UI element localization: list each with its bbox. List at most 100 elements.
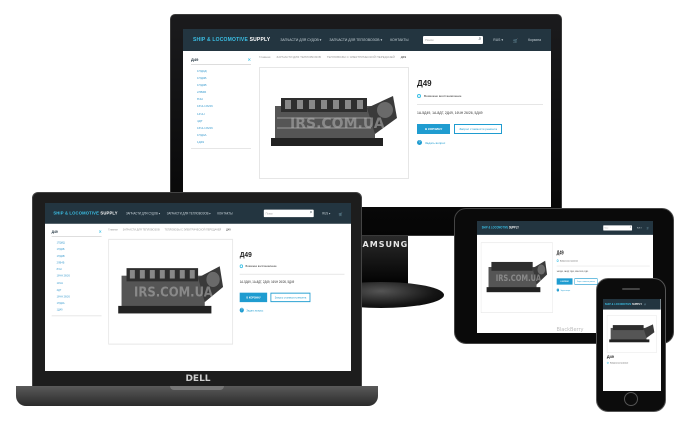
- laptop-screen: SHIP & LOCOMOTIVE SUPPLY ЗАПЧАСТИ ДЛЯ СУ…: [45, 203, 351, 371]
- site-logo[interactable]: SHIP & LOCOMOTIVE SUPPLY: [482, 226, 519, 230]
- cart-icon[interactable]: 🛒: [644, 303, 646, 305]
- sidebar-item[interactable]: 1ПД4В: [197, 82, 251, 89]
- request-price-button[interactable]: Запрос стоимости ремонта: [574, 278, 598, 285]
- cart-icon[interactable]: 🛒: [513, 38, 518, 43]
- sidebar-item[interactable]: 2ЛВ4Б: [57, 260, 102, 267]
- compatible-models: 1А-5Д49, 1А-8ДГ, 2Д49, 16ЧН 26/26, 5Д49: [556, 270, 589, 273]
- request-price-button[interactable]: Запрос стоимости ремонта: [454, 124, 503, 134]
- add-to-cart-button[interactable]: В КОРЗИНУ: [239, 292, 268, 303]
- breadcrumb-item[interactable]: ТЕПЛОВОЗЫ С ЭЛЕКТРИЧЕСКОЙ ПЕРЕДАЧЕЙ: [327, 55, 395, 59]
- product-info: Д49 Возможно восстановление 1А-5Д49, 1А-…: [239, 239, 345, 345]
- check-circle-icon: [556, 259, 559, 262]
- nav-item-contacts[interactable]: КОНТАКТЫ: [217, 211, 232, 215]
- check-circle-icon: [606, 361, 609, 364]
- language-select[interactable]: RUS ▾: [493, 38, 503, 42]
- sidebar-item[interactable]: 8ЧН: [197, 96, 251, 103]
- add-to-cart-button[interactable]: В КОРЗИНУ: [556, 278, 573, 285]
- page: SHIP & LOCOMOTIVE SUPPLY ЗАПЧАСТИ ДЛЯ СУ…: [45, 203, 351, 371]
- sidebar-item[interactable]: 16ЧН 26/26: [197, 103, 251, 110]
- sidebar-item[interactable]: 1ПД4Б: [197, 75, 251, 82]
- product-title: Д49: [239, 250, 252, 259]
- tablet-brand-logo: BlackBerry: [556, 327, 584, 333]
- breadcrumb-item[interactable]: ТЕПЛОВОЗЫ С ЭЛЕКТРИЧЕСКОЙ ПЕРЕДАЧЕЙ: [165, 228, 222, 232]
- site-header: SHIP & LOCOMOTIVE SUPPLY ЗАПЧАСТИ ДЛЯ СУ…: [183, 29, 551, 51]
- sidebar-item[interactable]: 16ЧН 26/26: [57, 293, 102, 300]
- sidebar-item[interactable]: 1ПД4Д: [57, 240, 102, 247]
- sidebar-item[interactable]: 1ПД4А: [57, 300, 102, 307]
- question-icon: ?: [239, 307, 244, 313]
- nav-item-contacts[interactable]: КОНТАКТЫ: [390, 38, 408, 42]
- main-nav: ЗАПЧАСТИ ДЛЯ СУДОВ ▾ ЗАПЧАСТИ ДЛЯ ТЕПЛОВ…: [126, 211, 233, 215]
- cart-icon[interactable]: 🛒: [339, 211, 343, 216]
- close-icon[interactable]: ✕: [248, 57, 251, 62]
- site-logo[interactable]: SHIP & LOCOMOTIVE SUPPLY: [53, 211, 117, 217]
- watermark: IRS.COM.UA: [495, 273, 542, 284]
- laptop-notch: [170, 386, 224, 390]
- product-title: Д49: [417, 79, 432, 88]
- breadcrumb-item[interactable]: Главная: [108, 228, 118, 232]
- sidebar: Д49 ✕ 1ПД4Д 1ПД4Б 1ПД4В 2ЛВ4Б 8ЧН 16ЧН 2…: [51, 228, 102, 345]
- ask-question-text[interactable]: Задать вопрос: [425, 141, 445, 145]
- sidebar-item[interactable]: 1Д49: [57, 307, 102, 314]
- product-actions: В КОРЗИНУ Запрос стоимости ремонта: [239, 292, 345, 303]
- site-logo[interactable]: SHIP & LOCOMOTIVE SUPPLY: [193, 37, 270, 43]
- search-icon[interactable]: ⌕: [630, 226, 631, 229]
- monitor-screen: SHIP & LOCOMOTIVE SUPPLY ЗАПЧАСТИ ДЛЯ СУ…: [183, 29, 551, 207]
- sidebar-item[interactable]: 1ПД4В: [57, 253, 102, 260]
- search-input[interactable]: Поиск ⌕: [603, 225, 633, 231]
- divider: [556, 265, 650, 267]
- ask-question-link[interactable]: ? Задать вопрос: [239, 307, 345, 313]
- sidebar-title: Д49: [51, 229, 58, 235]
- breadcrumb-item[interactable]: Главная: [259, 55, 270, 59]
- search-icon[interactable]: ⌕: [310, 210, 312, 216]
- search-icon[interactable]: ⌕: [478, 37, 481, 42]
- main-content: Главная ЗАПЧАСТИ ДЛЯ ТЕПЛОВОЗОВ ТЕПЛОВОЗ…: [108, 228, 345, 345]
- sidebar-item[interactable]: 14ЧН: [197, 111, 251, 118]
- sidebar-item[interactable]: 8ЧН: [57, 267, 102, 274]
- check-circle-icon: [239, 264, 244, 269]
- sidebar-item[interactable]: 14ЧН: [57, 280, 102, 287]
- page-body: Д49 ✕ 1ПД4Д 1ПД4Б 1ПД4В 2ЛВ4Б 8ЧН 16ЧН 2…: [183, 51, 551, 183]
- request-price-button[interactable]: Запрос стоимости ремонта: [270, 292, 311, 303]
- product-image[interactable]: IRS.COM.UA: [480, 242, 553, 313]
- divider: [417, 104, 543, 105]
- ask-question-link[interactable]: ? Задать вопрос: [417, 140, 543, 145]
- sidebar-item[interactable]: 16ЧН 26/26: [57, 273, 102, 280]
- nav-item-locomotives[interactable]: ЗАПЧАСТИ ДЛЯ ТЕПЛОВОЗОВ ▾: [167, 211, 211, 215]
- product-title: Д49: [556, 249, 564, 256]
- sidebar-item[interactable]: 2ЛВ4Б: [197, 89, 251, 96]
- language-select[interactable]: RUS ▾: [637, 227, 642, 230]
- sidebar-item[interactable]: 1ПД4Д: [197, 68, 251, 75]
- page-body: Д49 ✕ 1ПД4Д 1ПД4Б 1ПД4В 2ЛВ4Б 8ЧН 16ЧН 2…: [45, 224, 351, 349]
- nav-item-locomotives[interactable]: ЗАПЧАСТИ ДЛЯ ТЕПЛОВОЗОВ ▾: [329, 38, 382, 42]
- product-image[interactable]: [606, 315, 657, 353]
- language-select[interactable]: RUS ▾: [322, 211, 330, 215]
- sidebar-item[interactable]: 1ПД4А: [197, 132, 251, 139]
- product-card: Д49 Возможно восстановление: [606, 315, 657, 364]
- product-image[interactable]: IRS.COM.UA: [259, 67, 409, 179]
- cart-icon[interactable]: 🛒: [646, 226, 648, 229]
- nav-item-ships[interactable]: ЗАПЧАСТИ ДЛЯ СУДОВ ▾: [126, 211, 160, 215]
- search-input[interactable]: Поиск ⌕: [423, 36, 484, 44]
- breadcrumb-item[interactable]: ЗАПЧАСТИ ДЛЯ ТЕПЛОВОЗОВ: [276, 55, 320, 59]
- add-to-cart-button[interactable]: В КОРЗИНУ: [417, 124, 451, 134]
- sidebar-item[interactable]: 4ДТ: [197, 118, 251, 125]
- product-image[interactable]: IRS.COM.UA: [108, 238, 234, 345]
- check-circle-icon: [417, 94, 421, 98]
- availability-text: Возможно восстановление: [245, 264, 277, 269]
- sidebar-item[interactable]: 4ДТ: [57, 287, 102, 294]
- availability-text: Возможно восстановление: [560, 259, 578, 262]
- site-logo[interactable]: SHIP & LOCOMOTIVE SUPPLY: [605, 303, 642, 306]
- ask-question-text[interactable]: Задать вопрос: [246, 308, 263, 312]
- close-icon[interactable]: ✕: [99, 229, 102, 234]
- sidebar-item[interactable]: 16ЧН 26/26: [197, 125, 251, 132]
- nav-item-ships[interactable]: ЗАПЧАСТИ ДЛЯ СУДОВ ▾: [280, 38, 321, 42]
- breadcrumb-item[interactable]: ЗАПЧАСТИ ДЛЯ ТЕПЛОВОЗОВ: [123, 228, 160, 232]
- sidebar-title: Д49: [191, 57, 199, 62]
- sidebar-item[interactable]: 1ПД4Б: [57, 247, 102, 254]
- sidebar-item[interactable]: 1Д49: [197, 139, 251, 146]
- ask-question-text[interactable]: Задать вопрос: [561, 289, 571, 292]
- search-input[interactable]: Поиск ⌕: [263, 209, 314, 218]
- laptop-brand-logo: DELL: [185, 374, 211, 384]
- cart-label[interactable]: Корзина: [528, 38, 541, 42]
